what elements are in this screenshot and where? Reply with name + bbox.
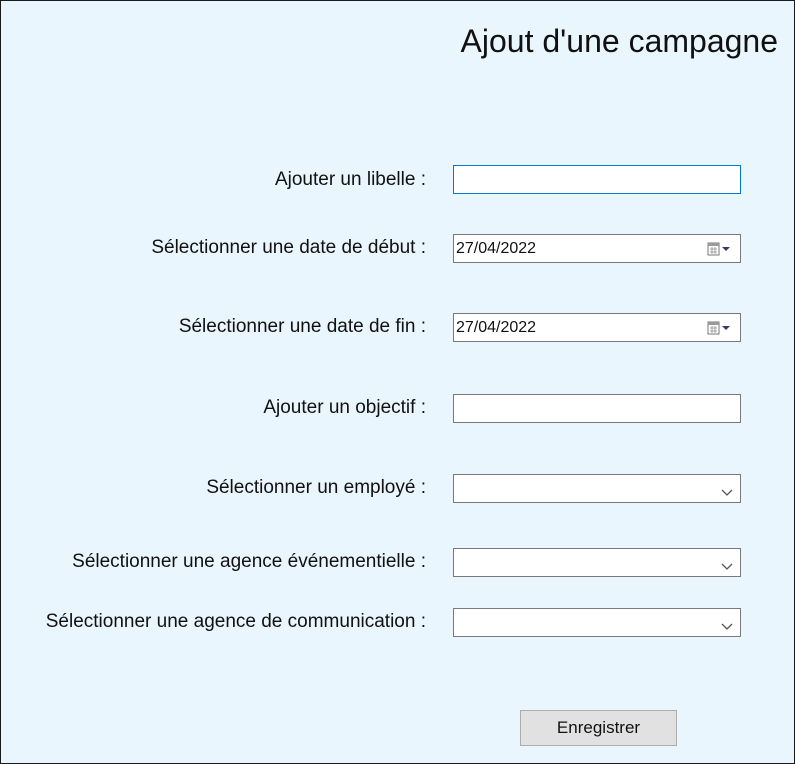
libelle-label: Ajouter un libelle :	[274, 169, 426, 190]
objectif-label: Ajouter un objectif :	[263, 397, 426, 418]
agence-evenementielle-label: Sélectionner une agence événementielle :	[72, 551, 426, 572]
date-fin-picker[interactable]: 27/04/2022	[453, 313, 741, 342]
libelle-input[interactable]	[454, 166, 740, 193]
date-debut-picker[interactable]: 27/04/2022	[453, 234, 741, 263]
date-debut-value: 27/04/2022	[456, 240, 537, 257]
page-title: Ajout d'une campagne	[460, 23, 778, 59]
campaign-form-window: Ajout d'une campagne Ajouter un libelle …	[0, 0, 795, 764]
agence-evenementielle-select[interactable]	[453, 548, 741, 577]
chevron-down-icon[interactable]	[721, 558, 733, 570]
chevron-down-icon[interactable]	[721, 484, 733, 496]
date-debut-label: Sélectionner une date de début :	[151, 237, 426, 258]
libelle-field[interactable]	[453, 165, 741, 194]
date-fin-label: Sélectionner une date de fin :	[178, 316, 426, 337]
calendar-dropdown-icon[interactable]	[706, 241, 734, 257]
objectif-input[interactable]	[454, 395, 740, 422]
calendar-dropdown-icon[interactable]	[706, 320, 734, 336]
objectif-field[interactable]	[453, 394, 741, 423]
chevron-down-icon[interactable]	[721, 618, 733, 630]
date-fin-value: 27/04/2022	[456, 319, 537, 336]
agence-communication-label: Sélectionner une agence de communication…	[45, 611, 426, 632]
employe-label: Sélectionner un employé :	[206, 477, 426, 498]
agence-communication-select[interactable]	[453, 608, 741, 637]
employe-select[interactable]	[453, 474, 741, 503]
save-button[interactable]: Enregistrer	[520, 710, 677, 746]
